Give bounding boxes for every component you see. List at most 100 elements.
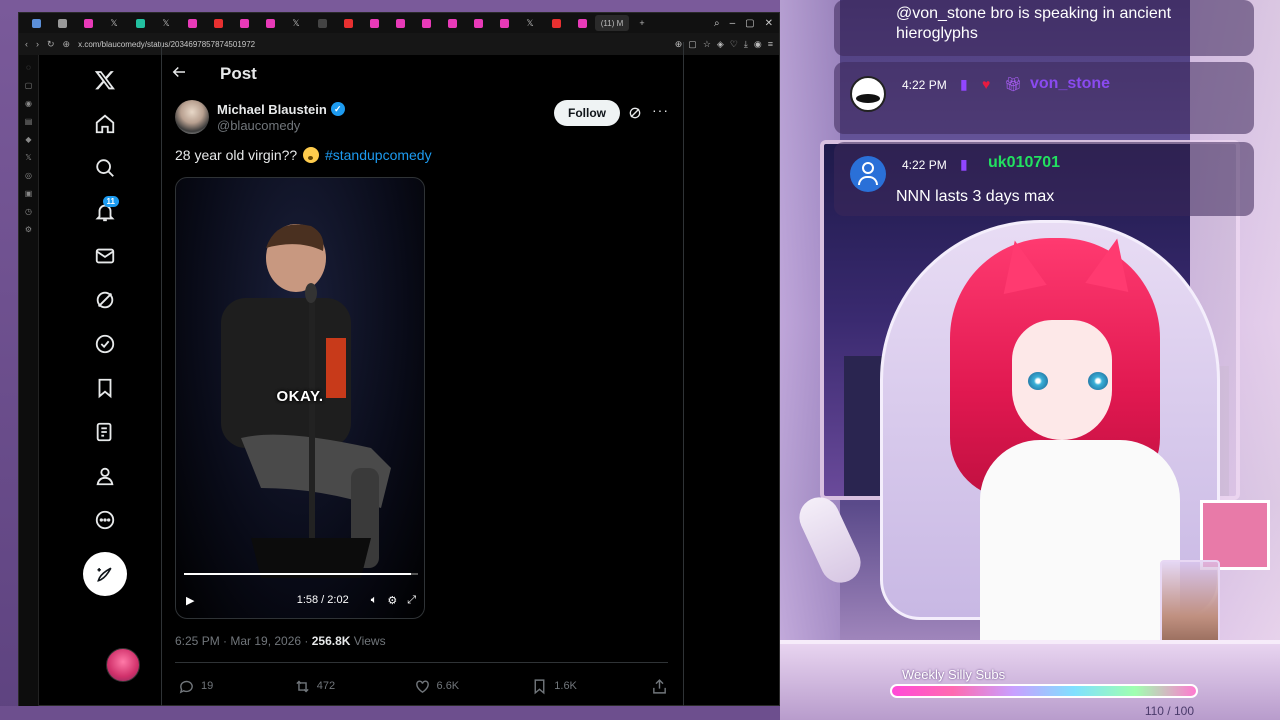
bookmark-star-icon[interactable]: ☆ [703, 39, 711, 50]
tab-1[interactable] [23, 15, 49, 31]
messages-icon[interactable] [85, 236, 125, 276]
side-icon-4[interactable]: ▤ [25, 117, 33, 126]
twitch-icon: ▮ [960, 156, 968, 172]
tab-12[interactable] [387, 15, 413, 31]
account-avatar[interactable] [106, 648, 140, 682]
vtuber-eye-right [1088, 372, 1108, 390]
download-icon[interactable]: ⤓ [744, 39, 748, 50]
fullscreen-icon[interactable]: ⤢ [407, 594, 416, 607]
bookmark-icon [534, 678, 545, 694]
maximize-icon[interactable]: ▢ [745, 18, 754, 29]
author-name-row[interactable]: Michael Blaustein ✓ [217, 102, 345, 117]
new-tab-icon[interactable]: + [629, 15, 655, 31]
close-icon[interactable]: ✕ [765, 18, 773, 29]
side-icon-2[interactable]: ▢ [25, 81, 33, 90]
post-actions: 19 472 6.6K 1.6K [178, 676, 668, 696]
tab-8[interactable] [257, 15, 283, 31]
tab-7[interactable] [231, 15, 257, 31]
reload-icon[interactable]: ↻ [47, 39, 55, 50]
author-avatar[interactable] [175, 100, 209, 134]
back-arrow-icon[interactable] [170, 63, 190, 86]
site-info-icon[interactable]: ⊕ [63, 39, 71, 50]
articles-icon[interactable] [85, 412, 125, 452]
share-button[interactable] [651, 678, 668, 695]
zoom-icon[interactable]: ⊕ [675, 39, 683, 50]
tab-11[interactable] [361, 15, 387, 31]
side-icon-x[interactable]: 𝕏 [25, 153, 31, 162]
bookmark-button[interactable]: 1.6K [531, 678, 651, 695]
side-icon-8[interactable]: ◷ [25, 207, 32, 216]
tab-x-3[interactable]: 𝕏 [283, 15, 309, 31]
verified-orgs-icon[interactable] [85, 324, 125, 364]
post-timestamp[interactable]: 6:25 PM · Mar 19, 2026 · [175, 634, 308, 648]
views-label: Views [353, 634, 386, 648]
gift-badge-icon: 🎁︎ [1004, 76, 1022, 92]
follow-button[interactable]: Follow [554, 100, 620, 126]
hashtag-link[interactable]: #standupcomedy [325, 147, 432, 163]
extension-icon[interactable]: ▢ [688, 39, 697, 50]
tab-17[interactable] [543, 15, 569, 31]
side-icon-5[interactable]: ◆ [25, 135, 31, 144]
side-icon-7[interactable]: ▣ [25, 189, 33, 198]
tweet-text: 28 year old virgin?? #standupcomedy [175, 147, 655, 163]
tab-14[interactable] [439, 15, 465, 31]
tab-15[interactable] [465, 15, 491, 31]
heart-icon[interactable]: ♡ [730, 39, 738, 50]
tab-x-4[interactable]: 𝕏 [517, 15, 543, 31]
tab-3[interactable] [75, 15, 101, 31]
tab-x-1[interactable]: 𝕏 [101, 15, 127, 31]
side-icon-3[interactable]: ◉ [25, 99, 32, 108]
tab-5[interactable] [179, 15, 205, 31]
tab-4[interactable] [127, 15, 153, 31]
like-button[interactable]: 6.6K [414, 678, 532, 695]
play-icon[interactable]: ▶ [186, 594, 194, 607]
notifications-icon[interactable]: 11 [85, 192, 125, 232]
shield-icon[interactable]: ◈ [717, 39, 724, 50]
chat-avatar [850, 156, 886, 192]
side-icon-1[interactable]: ◌ [26, 63, 31, 72]
forward-nav-icon[interactable]: › [36, 39, 39, 49]
video-time: 1:58 / 2:02 [296, 594, 349, 606]
search-icon[interactable] [85, 148, 125, 188]
video-player[interactable]: OKAY. ▶ 1:58 / 2:02 🔈︎ ⚙ ⤢ [175, 177, 425, 619]
tab-2[interactable] [49, 15, 75, 31]
minimize-icon[interactable]: – [730, 18, 736, 29]
menu-icon[interactable]: ≡ [768, 39, 773, 50]
author-handle[interactable]: @blaucomedy [217, 118, 345, 133]
more-options-icon[interactable] [85, 500, 125, 540]
search-tabs-icon[interactable]: ⌕ [714, 18, 720, 29]
author-name[interactable]: Michael Blaustein [217, 102, 327, 117]
home-icon[interactable] [85, 104, 125, 144]
tab-9[interactable] [309, 15, 335, 31]
tab-active[interactable]: (11) M [595, 15, 629, 31]
bookmark-count: 1.6K [554, 680, 577, 692]
grok-explain-icon[interactable] [627, 105, 643, 124]
reply-button[interactable]: 19 [178, 678, 288, 695]
tab-13[interactable] [413, 15, 439, 31]
address-bar: ‹ › ↻ ⊕ x.com/blaucomedy/status/20346978… [19, 33, 779, 55]
url-field[interactable]: x.com/blaucomedy/status/2034697857874501… [78, 40, 255, 49]
chat-message-text: @von_stone bro is speaking in ancient hi… [896, 5, 1172, 42]
tab-16[interactable] [491, 15, 517, 31]
profile-icon[interactable]: ◉ [754, 39, 762, 50]
volume-icon[interactable]: 🔈︎ [371, 594, 378, 607]
tab-10[interactable] [335, 15, 361, 31]
compose-post-button[interactable] [83, 552, 127, 596]
tab-6[interactable] [205, 15, 231, 31]
bookmarks-icon[interactable] [85, 368, 125, 408]
profile-icon[interactable] [85, 456, 125, 496]
tab-x-2[interactable]: 𝕏 [153, 15, 179, 31]
more-icon[interactable]: ··· [652, 102, 669, 118]
settings-gear-icon[interactable]: ⚙ [387, 594, 397, 607]
x-logo-icon[interactable] [85, 60, 125, 100]
video-progress-bar[interactable] [184, 573, 418, 575]
grok-icon[interactable] [85, 280, 125, 320]
repost-button[interactable]: 472 [294, 678, 414, 695]
back-nav-icon[interactable]: ‹ [25, 39, 28, 49]
video-progress-fill [184, 573, 411, 575]
tab-18[interactable] [569, 15, 595, 31]
side-icon-9[interactable]: ⚙ [25, 225, 32, 234]
vtuber-body [980, 440, 1180, 640]
side-icon-6[interactable]: ◎ [25, 171, 32, 180]
column-divider-left [161, 42, 162, 706]
